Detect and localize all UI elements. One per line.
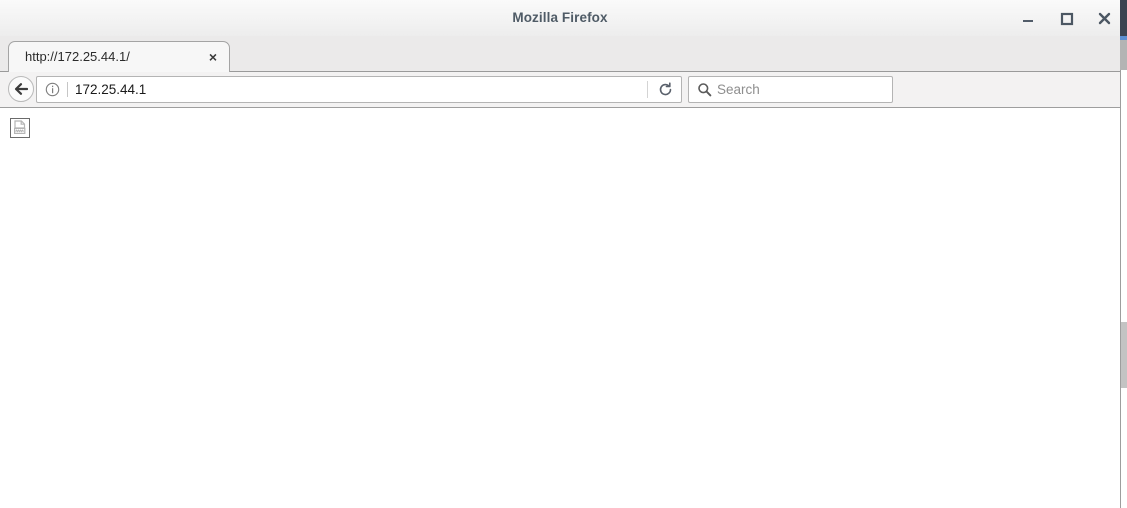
background-window-edge	[1120, 0, 1127, 36]
firefox-window: Mozilla Firefox http://172.25.44.1/ × 17…	[0, 0, 1127, 508]
page-scrollbar-thumb[interactable]	[1121, 322, 1127, 388]
title-bar: Mozilla Firefox	[0, 0, 1120, 36]
search-input[interactable]: Search	[717, 77, 760, 102]
url-input[interactable]: 172.25.44.1	[75, 77, 635, 102]
reload-separator	[647, 81, 648, 98]
background-window-strip	[1120, 40, 1127, 70]
broken-image-placeholder-icon	[10, 118, 30, 138]
navigation-toolbar: 172.25.44.1 Search	[0, 72, 1120, 171]
minimize-button[interactable]	[1018, 8, 1039, 29]
reload-button[interactable]	[653, 80, 677, 99]
tab-close-icon[interactable]: ×	[205, 49, 221, 65]
content-right-border	[1120, 70, 1121, 508]
reload-icon	[659, 82, 672, 96]
back-button[interactable]	[8, 76, 34, 102]
back-arrow-icon	[14, 83, 28, 95]
identity-separator	[67, 82, 68, 97]
search-icon	[697, 82, 712, 97]
browser-tab[interactable]: http://172.25.44.1/ ×	[8, 41, 230, 78]
tab-strip: http://172.25.44.1/ ×	[0, 36, 1120, 98]
info-icon[interactable]	[45, 82, 60, 97]
tab-title: http://172.25.44.1/	[25, 49, 130, 64]
maximize-button[interactable]	[1056, 8, 1077, 29]
page-scrollbar-track[interactable]	[1121, 70, 1127, 508]
page-content: https://blog.csdn.net/wzt888_	[0, 109, 1120, 508]
window-title: Mozilla Firefox	[512, 10, 608, 25]
close-button[interactable]	[1094, 8, 1115, 29]
search-bar[interactable]: Search	[688, 76, 893, 103]
url-bar[interactable]: 172.25.44.1	[36, 76, 682, 103]
